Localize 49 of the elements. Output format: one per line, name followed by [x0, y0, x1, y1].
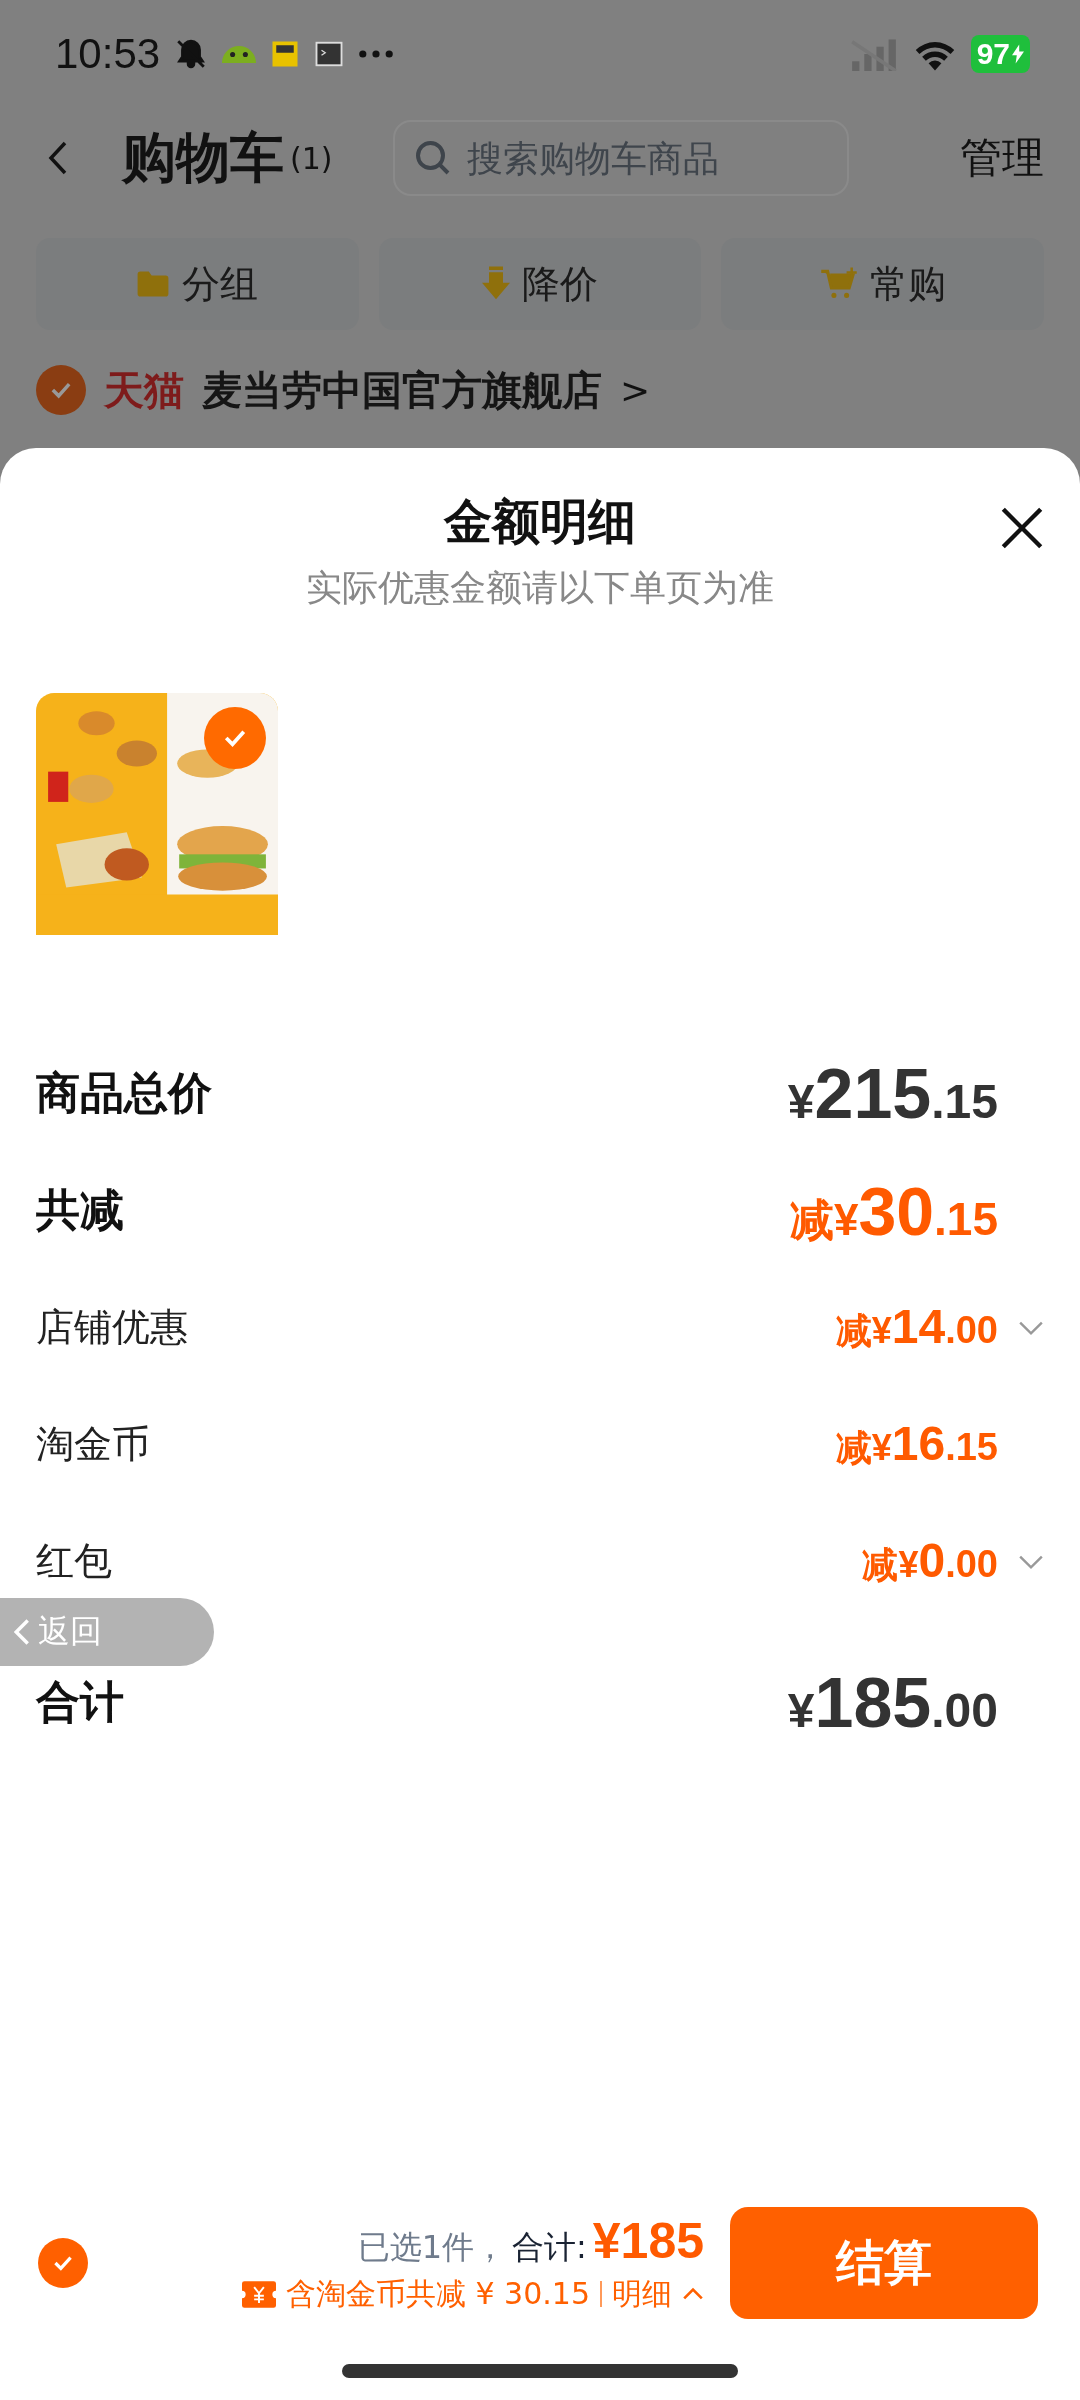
- savings-text: 含淘金币共减 ¥ 30.15: [285, 2274, 590, 2313]
- selected-count: 已选1件，: [357, 2226, 506, 2268]
- row-label: 共减: [36, 1183, 124, 1237]
- cart-title: 购物车: [122, 124, 284, 191]
- amount-value: ¥185.00: [787, 1662, 998, 1743]
- row-label: 店铺优惠: [36, 1304, 188, 1351]
- amount-value: 减¥16.15: [835, 1416, 998, 1472]
- shortcut-button[interactable]: 分组: [36, 238, 359, 330]
- chevron-left-icon: [14, 1618, 30, 1646]
- close-icon[interactable]: [1000, 506, 1044, 550]
- store-checkbox[interactable]: [36, 365, 86, 415]
- chevron-down-icon[interactable]: [1018, 1553, 1044, 1570]
- amount-value: 减¥30.15: [789, 1171, 998, 1250]
- cart-plus-icon: [819, 267, 858, 301]
- sheet-title: 金额明细: [444, 492, 636, 551]
- shortcut-button[interactable]: 降价: [378, 238, 702, 330]
- total-price: ¥185: [592, 2211, 704, 2270]
- status-time: 10:53: [55, 30, 161, 78]
- battery-indicator: 97: [970, 35, 1030, 73]
- amount-value: 减¥14.00: [835, 1299, 998, 1355]
- row-label: 淘金币: [36, 1421, 150, 1468]
- manage-button[interactable]: 管理: [960, 130, 1044, 186]
- row-label: 红包: [36, 1538, 112, 1585]
- coupon-icon: [241, 2280, 276, 2308]
- folder-icon: [136, 270, 171, 298]
- search-bar[interactable]: 搜索购物车商品: [392, 120, 849, 196]
- detail-link[interactable]: 明细: [612, 2273, 672, 2315]
- shortcut-button[interactable]: 常购: [721, 238, 1044, 330]
- row-label: 合计: [36, 1675, 124, 1729]
- total-label: 合计:: [512, 2226, 587, 2268]
- sheet-subtitle: 实际优惠金额请以下单页为准: [306, 566, 774, 610]
- cart-count: (1): [290, 140, 333, 176]
- amount-value: ¥215.15: [787, 1053, 998, 1134]
- robot-icon: [222, 45, 257, 63]
- store-name[interactable]: 麦当劳中国官方旗舰店: [202, 362, 602, 418]
- search-input[interactable]: 搜索购物车商品: [464, 136, 809, 180]
- row-label: 商品总价: [36, 1066, 212, 1120]
- select-all-checkbox[interactable]: [38, 2238, 88, 2288]
- terminal-icon: [314, 39, 345, 69]
- amount-value: 减¥0.00: [862, 1533, 998, 1589]
- caret-icon[interactable]: [682, 2287, 704, 2301]
- chevron-down-icon[interactable]: [1018, 1319, 1044, 1336]
- more-icon: [358, 49, 395, 59]
- store-chevron: >: [620, 369, 651, 411]
- back-icon[interactable]: [48, 141, 68, 175]
- app-icon: [270, 39, 301, 69]
- down-arrow-icon: [482, 266, 510, 302]
- store-brand-label: 天猫: [104, 365, 184, 415]
- checkout-button[interactable]: 结算: [730, 2207, 1038, 2319]
